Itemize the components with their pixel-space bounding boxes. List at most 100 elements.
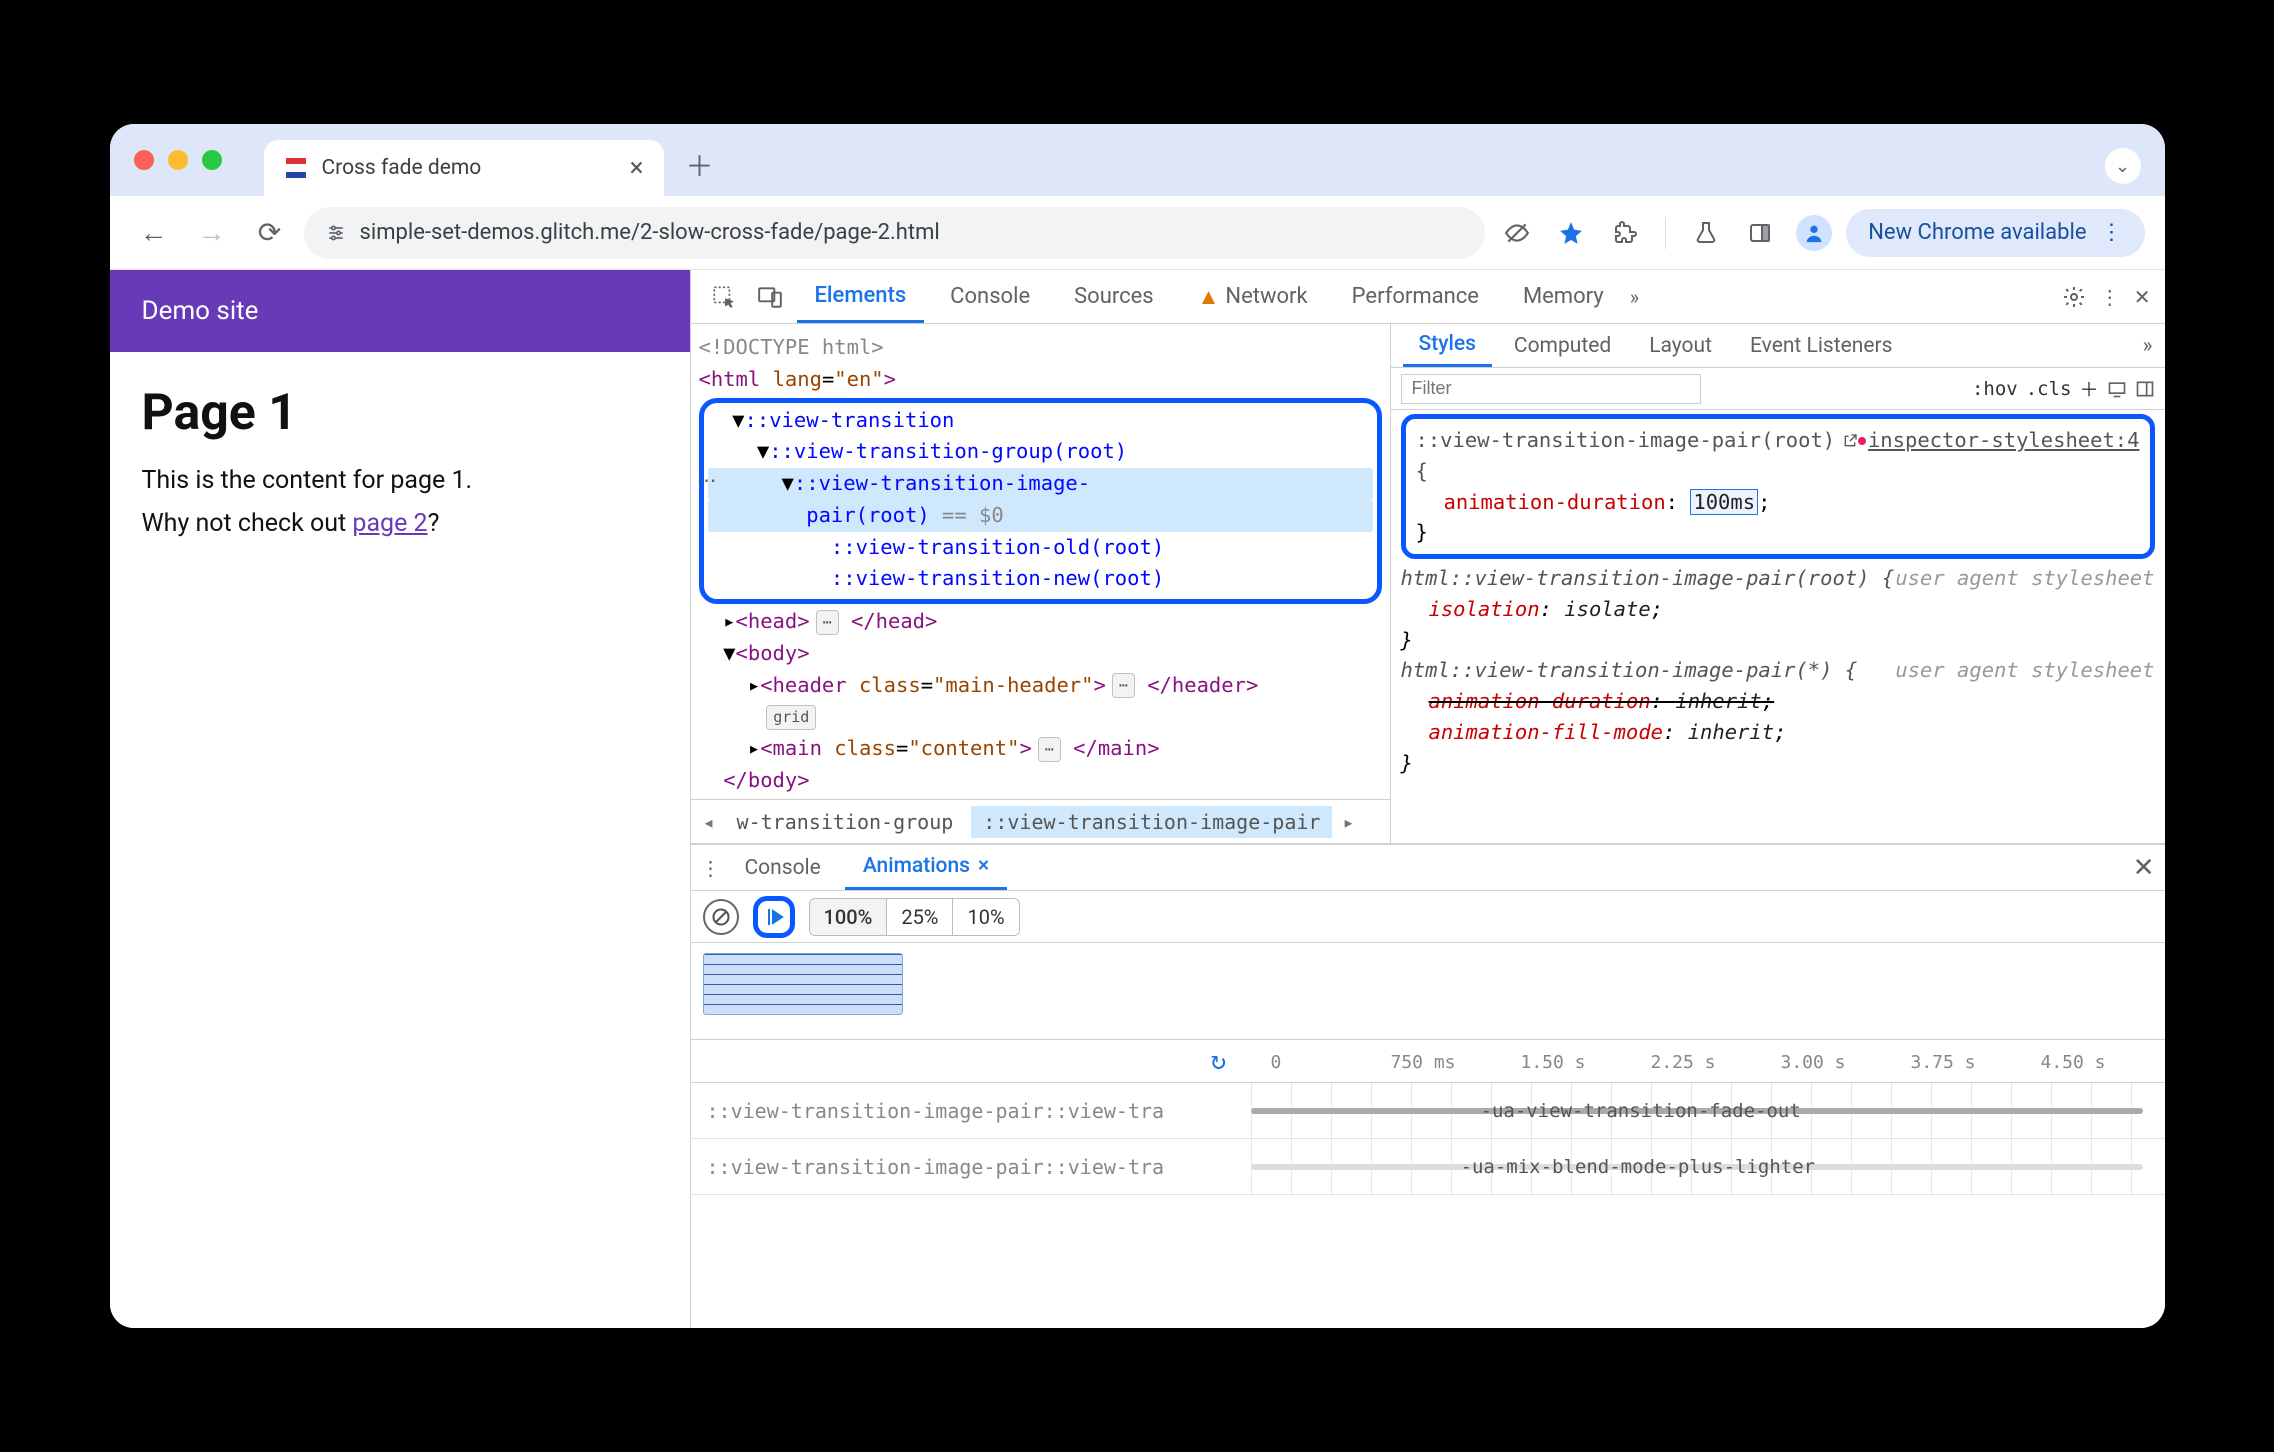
close-drawer-icon[interactable]: ✕	[2133, 853, 2155, 883]
site-settings-icon[interactable]	[326, 223, 346, 243]
dom-body-close[interactable]: </body>	[699, 765, 1382, 797]
rule1-prop[interactable]: animation-duration: 100ms;	[1416, 487, 2140, 518]
speed-100[interactable]: 100%	[810, 899, 888, 935]
page-paragraph-2: Why not check out page 2?	[142, 509, 658, 538]
animation-row-1[interactable]: ::view-transition-image-pair::view-tra -…	[691, 1083, 2165, 1139]
eye-off-icon[interactable]	[1495, 211, 1539, 255]
restart-icon[interactable]: ↻	[1211, 1046, 1227, 1076]
rule3-prop2[interactable]: animation-fill-mode: inherit;	[1401, 717, 2155, 748]
device-icon[interactable]	[2107, 379, 2127, 399]
styles-filter-input[interactable]	[1401, 374, 1701, 404]
dom-html-open[interactable]: <html lang="en">	[699, 364, 1382, 396]
bc-item-1[interactable]: w-transition-group	[725, 806, 966, 838]
panel-icon[interactable]	[1738, 211, 1782, 255]
page-banner: Demo site	[110, 270, 690, 352]
bc-item-2[interactable]: ::view-transition-image-pair	[971, 806, 1332, 838]
tab-layout[interactable]: Layout	[1633, 324, 1728, 367]
tick-3: 2.25 s	[1651, 1052, 1716, 1073]
rule3-origin: user agent stylesheet	[1895, 655, 2154, 686]
rule3-prop1[interactable]: animation-duration: inherit;	[1401, 686, 2155, 717]
tab-sources[interactable]: Sources	[1056, 270, 1172, 323]
gear-icon[interactable]	[2062, 285, 2086, 309]
close-window-button[interactable]	[134, 150, 154, 170]
tab-styles[interactable]: Styles	[1403, 324, 1492, 367]
tab-event-listeners[interactable]: Event Listeners	[1734, 324, 1908, 367]
animation-group-thumbnail[interactable]	[703, 953, 903, 1015]
breadcrumb[interactable]: ◂ w-transition-group ::view-transition-i…	[691, 799, 1390, 843]
new-style-rule-icon[interactable]: ＋	[2079, 375, 2098, 402]
bc-right-icon[interactable]: ▸	[1338, 810, 1358, 834]
tab-network[interactable]: ▲Network	[1180, 270, 1326, 323]
play-pause-button[interactable]	[753, 896, 795, 938]
tab-strip: Cross fade demo × ＋ ⌄	[110, 124, 2165, 196]
tab-performance[interactable]: Performance	[1334, 270, 1497, 323]
dom-vt-old[interactable]: ::view-transition-old(root)	[708, 532, 1373, 564]
speed-10[interactable]: 10%	[953, 899, 1018, 935]
dom-vt-pair-2[interactable]: pair(root) == $0	[708, 500, 1373, 532]
profile-button[interactable]	[1792, 211, 1836, 255]
tick-2: 1.50 s	[1521, 1052, 1586, 1073]
tab-console[interactable]: Console	[932, 270, 1048, 323]
forward-button[interactable]: →	[188, 209, 236, 257]
dom-vt-new[interactable]: ::view-transition-new(root)	[708, 563, 1373, 595]
maximize-window-button[interactable]	[202, 150, 222, 170]
drawer-tab-console[interactable]: Console	[727, 845, 839, 890]
more-tabs-icon[interactable]: »	[1630, 285, 1639, 309]
window-controls	[134, 150, 222, 170]
inspect-icon[interactable]	[705, 278, 743, 316]
tab-search-button[interactable]: ⌄	[2105, 148, 2141, 184]
animation-row-2[interactable]: ::view-transition-image-pair::view-tra -…	[691, 1139, 2165, 1195]
elements-panel: ⋯ <!DOCTYPE html> <html lang="en"> ▼::vi…	[691, 324, 1391, 843]
dom-body-open[interactable]: ▼<body>	[699, 638, 1382, 670]
reload-button[interactable]: ⟳	[246, 209, 294, 257]
panel-toggle-icon[interactable]	[2135, 379, 2155, 399]
hov-toggle[interactable]: :hov	[1972, 378, 2018, 400]
dom-vt-group[interactable]: ▼::view-transition-group(root)	[708, 436, 1373, 468]
address-bar: ← → ⟳ simple-set-demos.glitch.me/2-slow-…	[110, 196, 2165, 270]
bookmark-star-icon[interactable]	[1549, 211, 1593, 255]
dom-head[interactable]: ▸<head>⋯ </head>	[699, 606, 1382, 638]
more-icon[interactable]: ⋮	[2100, 285, 2120, 309]
tab-title: Cross fade demo	[322, 156, 482, 180]
flask-icon[interactable]	[1684, 211, 1728, 255]
minimize-window-button[interactable]	[168, 150, 188, 170]
styles-panel: Styles Computed Layout Event Listeners »…	[1391, 324, 2165, 843]
dom-main[interactable]: ▸<main class="content">⋯ </main>	[699, 733, 1382, 765]
dom-vt-root[interactable]: ▼::view-transition	[708, 405, 1373, 437]
warning-icon: ▲	[1198, 284, 1220, 310]
tab-favicon	[284, 156, 308, 180]
tick-0: 0	[1271, 1052, 1282, 1073]
drawer-tab-animations[interactable]: Animations ×	[845, 845, 1007, 890]
rule2-prop[interactable]: isolation: isolate;	[1401, 594, 2155, 625]
drawer-menu-icon[interactable]: ⋮	[701, 856, 721, 880]
page-link[interactable]: page 2	[352, 509, 427, 538]
tab-memory[interactable]: Memory	[1505, 270, 1622, 323]
url-field[interactable]: simple-set-demos.glitch.me/2-slow-cross-…	[304, 207, 1486, 259]
extensions-icon[interactable]	[1603, 211, 1647, 255]
browser-tab[interactable]: Cross fade demo ×	[264, 140, 664, 196]
speed-selector[interactable]: 100% 25% 10%	[809, 898, 1020, 936]
ellipsis-icon[interactable]: ⋯	[697, 468, 717, 492]
clear-animations-icon[interactable]	[703, 899, 739, 935]
chrome-update-button[interactable]: New Chrome available ⋮	[1846, 209, 2144, 257]
dom-grid-badge-row[interactable]: grid	[699, 701, 1382, 733]
close-devtools-icon[interactable]: ✕	[2134, 285, 2151, 309]
dom-doctype[interactable]: <!DOCTYPE html>	[699, 332, 1382, 364]
dom-header[interactable]: ▸<header class="main-header">⋯ </header>	[699, 670, 1382, 702]
tab-elements[interactable]: Elements	[797, 270, 925, 323]
dom-vt-pair[interactable]: ▼::view-transition-image-	[708, 468, 1373, 500]
back-button[interactable]: ←	[130, 209, 178, 257]
devtools: Elements Console Sources ▲Network Perfor…	[690, 270, 2165, 1328]
close-animations-tab-icon[interactable]: ×	[978, 854, 989, 878]
close-tab-button[interactable]: ×	[630, 153, 644, 183]
speed-25[interactable]: 25%	[887, 899, 953, 935]
page-paragraph-1: This is the content for page 1.	[142, 466, 658, 495]
more-styles-tabs-icon[interactable]: »	[2143, 334, 2153, 358]
cls-toggle[interactable]: .cls	[2026, 378, 2072, 400]
update-label: New Chrome available	[1868, 220, 2086, 245]
device-toggle-icon[interactable]	[751, 278, 789, 316]
bc-left-icon[interactable]: ◂	[699, 810, 719, 834]
tab-computed[interactable]: Computed	[1498, 324, 1627, 367]
new-tab-button[interactable]: ＋	[686, 145, 714, 185]
rule-origin-link[interactable]: inspector-stylesheet:4	[1842, 425, 2140, 456]
